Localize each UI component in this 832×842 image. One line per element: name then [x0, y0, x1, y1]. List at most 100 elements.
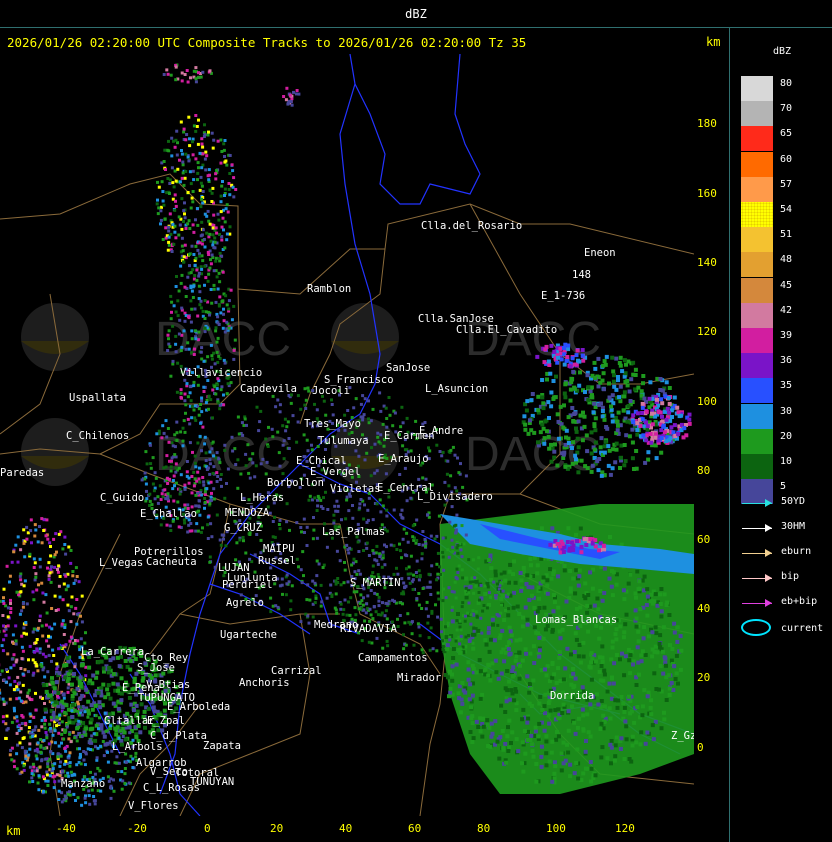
echo-cell [624, 612, 629, 617]
place-label: Jocoli [312, 385, 350, 397]
echo-cell [166, 497, 170, 501]
echo-cell [647, 396, 652, 401]
echo-cell [510, 730, 515, 735]
echo-cell [456, 544, 460, 547]
echo-cell [455, 567, 459, 571]
echo-cell [62, 633, 66, 636]
echo-cell [511, 605, 516, 610]
echo-cell [6, 624, 10, 628]
echo-cell [288, 528, 291, 532]
echo-cell [96, 690, 101, 695]
echo-cell [162, 160, 166, 163]
echo-cell [499, 581, 503, 585]
echo-cell [159, 218, 163, 222]
legend-swatch [741, 454, 773, 479]
echo-cell [208, 266, 212, 270]
echo-cell [107, 665, 112, 670]
echo-cell [48, 722, 52, 726]
echo-cell [580, 707, 585, 712]
echo-cell [541, 406, 546, 411]
echo-cell [41, 775, 45, 779]
echo-cell [227, 299, 231, 303]
echo-cell [381, 554, 385, 557]
echo-cell [506, 647, 511, 652]
echo-cell [660, 649, 665, 654]
echo-cell [175, 153, 179, 157]
echo-cell [175, 431, 179, 435]
echo-cell [176, 314, 180, 318]
echo-cell [299, 568, 303, 572]
echo-cell [645, 594, 650, 599]
echo-cell [218, 538, 222, 542]
echo-cell [197, 274, 201, 278]
echo-cell [197, 297, 201, 301]
echo-cell [14, 642, 18, 646]
echo-cell [592, 603, 597, 608]
echo-cell [507, 625, 512, 630]
echo-cell [396, 617, 399, 621]
echo-cell [198, 254, 202, 258]
echo-cell [216, 212, 220, 216]
echo-cell [0, 691, 2, 695]
place-label: Tres_Mayo [304, 418, 361, 430]
legend-swatch-label: 45 [780, 279, 793, 291]
echo-cell [460, 568, 464, 572]
echo-cell [220, 150, 224, 153]
echo-cell [471, 609, 475, 613]
echo-cell [178, 158, 181, 162]
echo-cell [219, 311, 223, 315]
echo-cell [441, 536, 445, 540]
echo-cell [583, 581, 588, 586]
echo-cell [510, 669, 515, 673]
echo-cell [225, 232, 229, 236]
echo-cell [596, 607, 601, 612]
echo-cell [190, 196, 194, 200]
echo-cell [667, 613, 672, 617]
echo-cell [377, 440, 381, 444]
echo-cell [31, 673, 35, 677]
echo-cell [581, 654, 586, 659]
echo-cell [577, 359, 582, 364]
echo-cell [37, 788, 41, 792]
echo-cell [184, 403, 188, 407]
echo-cell [78, 756, 82, 760]
echo-cell [614, 627, 619, 632]
echo-cell [577, 383, 582, 388]
echo-cell [169, 465, 173, 469]
echo-cell [69, 561, 73, 565]
echo-cell [334, 509, 338, 513]
echo-cell [650, 411, 654, 416]
radar-map[interactable]: DACC DACCDACC DACC Clla.del_RosarioEneon14… [0, 54, 694, 816]
echo-cell [469, 705, 473, 710]
echo-cell [350, 563, 354, 567]
echo-cell [101, 682, 106, 687]
echo-cell [649, 440, 654, 445]
echo-cell [377, 604, 381, 608]
echo-cell [516, 749, 521, 754]
echo-cell [193, 264, 197, 268]
echo-cell [212, 283, 216, 287]
echo-cell [612, 758, 617, 763]
echo-cell [589, 469, 594, 474]
echo-cell [50, 565, 53, 569]
echo-cell [9, 666, 13, 670]
echo-cell [449, 474, 453, 478]
echo-cell [388, 413, 392, 417]
echo-cell [470, 693, 475, 698]
echo-cell [504, 609, 507, 612]
echo-cell [540, 708, 545, 712]
echo-cell [172, 242, 176, 246]
echo-cell [12, 653, 16, 657]
echo-cell [186, 222, 190, 226]
echo-cell [401, 590, 405, 594]
echo-cell [441, 639, 445, 643]
echo-cell [543, 347, 548, 352]
echo-cell [611, 570, 616, 575]
echo-cell [675, 625, 680, 630]
echo-cell [448, 669, 452, 674]
echo-cell [6, 606, 10, 610]
echo-cell [628, 572, 633, 577]
echo-cell [207, 219, 211, 223]
echo-cell [33, 523, 37, 527]
echo-cell [183, 487, 187, 491]
